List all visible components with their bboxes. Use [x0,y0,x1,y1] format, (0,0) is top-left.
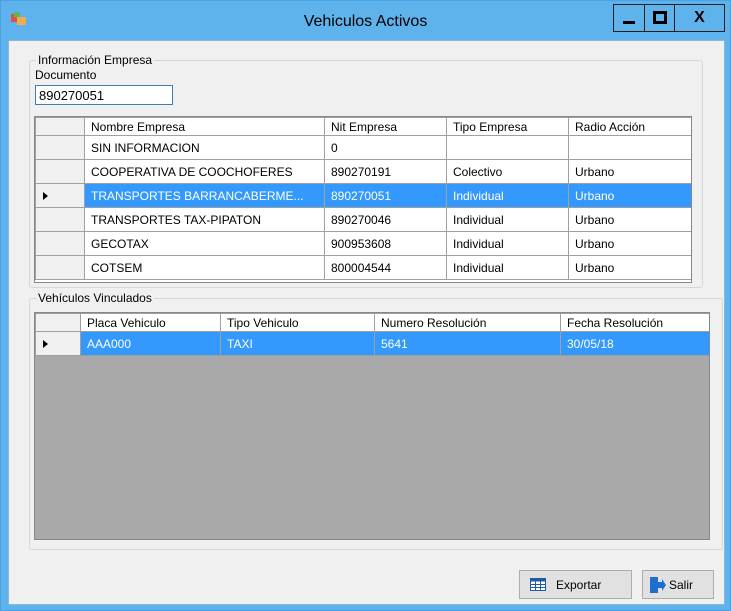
cell-radio[interactable]: Urbano [568,159,691,184]
cell-nit[interactable]: 890270046 [324,207,447,232]
cell-nombre[interactable]: SIN INFORMACION [84,135,325,160]
table-row[interactable]: SIN INFORMACION 0 [35,135,691,160]
cell-radio[interactable]: Urbano [568,231,691,256]
client-area: Información Empresa Documento 890270051 … [8,40,725,605]
cell-nombre[interactable]: COTSEM [84,255,325,280]
minimize-button[interactable] [613,4,645,32]
cell-placa[interactable]: AAA000 [80,331,221,356]
empresas-header: Nombre Empresa Nit Empresa Tipo Empresa … [35,117,691,136]
cell-tipo[interactable]: Individual [446,207,569,232]
row-header-corner [35,313,81,332]
maximize-icon [652,11,667,24]
col-tipo-empresa[interactable]: Tipo Empresa [446,117,569,136]
table-row[interactable]: GECOTAX 900953608 Individual Urbano [35,231,691,256]
table-row-selected[interactable]: AAA000 TAXI 5641 30/05/18 [35,331,709,356]
col-fecha-resolucion[interactable]: Fecha Resolución [560,313,709,332]
documento-input[interactable]: 890270051 [35,85,173,105]
col-numero-resolucion[interactable]: Numero Resolución [374,313,561,332]
vehiculos-legend: Vehículos Vinculados [36,291,154,305]
row-header-current[interactable] [35,331,81,356]
table-row[interactable]: COOPERATIVA DE COOCHOFERES 890270191 Col… [35,159,691,184]
cell-nit[interactable]: 0 [324,135,447,160]
cell-radio[interactable]: Urbano [568,207,691,232]
cell-nit[interactable]: 900953608 [324,231,447,256]
cell-tipo[interactable]: Individual [446,183,569,208]
table-row-selected[interactable]: TRANSPORTES BARRANCABERME... 890270051 I… [35,183,691,208]
maximize-button[interactable] [645,4,675,32]
empresa-legend: Información Empresa [36,53,155,67]
exit-label: Salir [669,577,694,592]
main-window: Vehiculos Activos X Información Empresa … [0,0,731,611]
row-header[interactable] [35,159,85,184]
cell-nombre[interactable]: GECOTAX [84,231,325,256]
cell-nombre[interactable]: TRANSPORTES TAX-PIPATON [84,207,325,232]
cell-tipo-vehiculo[interactable]: TAXI [220,331,375,356]
cell-nit[interactable]: 890270191 [324,159,447,184]
col-nit-empresa[interactable]: Nit Empresa [324,117,447,136]
row-header[interactable] [35,135,85,160]
title-bar[interactable]: Vehiculos Activos X [1,1,730,39]
cell-tipo[interactable] [446,135,569,160]
row-header[interactable] [35,207,85,232]
close-icon: X [694,9,705,26]
documento-label: Documento [35,68,97,82]
cell-nit[interactable]: 890270051 [324,183,447,208]
current-row-icon [43,191,48,200]
cell-tipo[interactable]: Colectivo [446,159,569,184]
row-header-corner [35,117,85,136]
cell-numero-resolucion[interactable]: 5641 [374,331,561,356]
minimize-icon [623,21,635,24]
close-button[interactable]: X [675,4,725,32]
cell-tipo[interactable]: Individual [446,255,569,280]
col-placa-vehiculo[interactable]: Placa Vehiculo [80,313,221,332]
table-icon [530,578,546,591]
cell-nit[interactable]: 800004544 [324,255,447,280]
empresas-grid: Nombre Empresa Nit Empresa Tipo Empresa … [34,116,692,283]
cell-tipo[interactable]: Individual [446,231,569,256]
cell-radio[interactable] [568,135,691,160]
col-tipo-vehiculo[interactable]: Tipo Vehiculo [220,313,375,332]
cell-fecha-resolucion[interactable]: 30/05/18 [560,331,709,356]
col-radio-accion[interactable]: Radio Acción [568,117,691,136]
vehiculos-header: Placa Vehiculo Tipo Vehiculo Numero Reso… [35,313,709,332]
col-nombre-empresa[interactable]: Nombre Empresa [84,117,325,136]
exit-button[interactable]: Salir [642,570,714,599]
row-header[interactable] [35,231,85,256]
row-header[interactable] [35,255,85,280]
exit-door-icon [650,576,666,593]
current-row-icon [43,339,48,348]
export-label: Exportar [556,577,602,592]
table-row[interactable]: COTSEM 800004544 Individual Urbano [35,255,691,280]
table-row[interactable]: TRANSPORTES TAX-PIPATON 890270046 Indivi… [35,207,691,232]
vehiculos-grid: Placa Vehiculo Tipo Vehiculo Numero Reso… [34,312,710,540]
row-header-current[interactable] [35,183,85,208]
export-button[interactable]: Exportar [519,570,632,599]
cell-nombre[interactable]: TRANSPORTES BARRANCABERME... [84,183,325,208]
cell-radio[interactable]: Urbano [568,255,691,280]
cell-nombre[interactable]: COOPERATIVA DE COOCHOFERES [84,159,325,184]
cell-radio[interactable]: Urbano [568,183,691,208]
